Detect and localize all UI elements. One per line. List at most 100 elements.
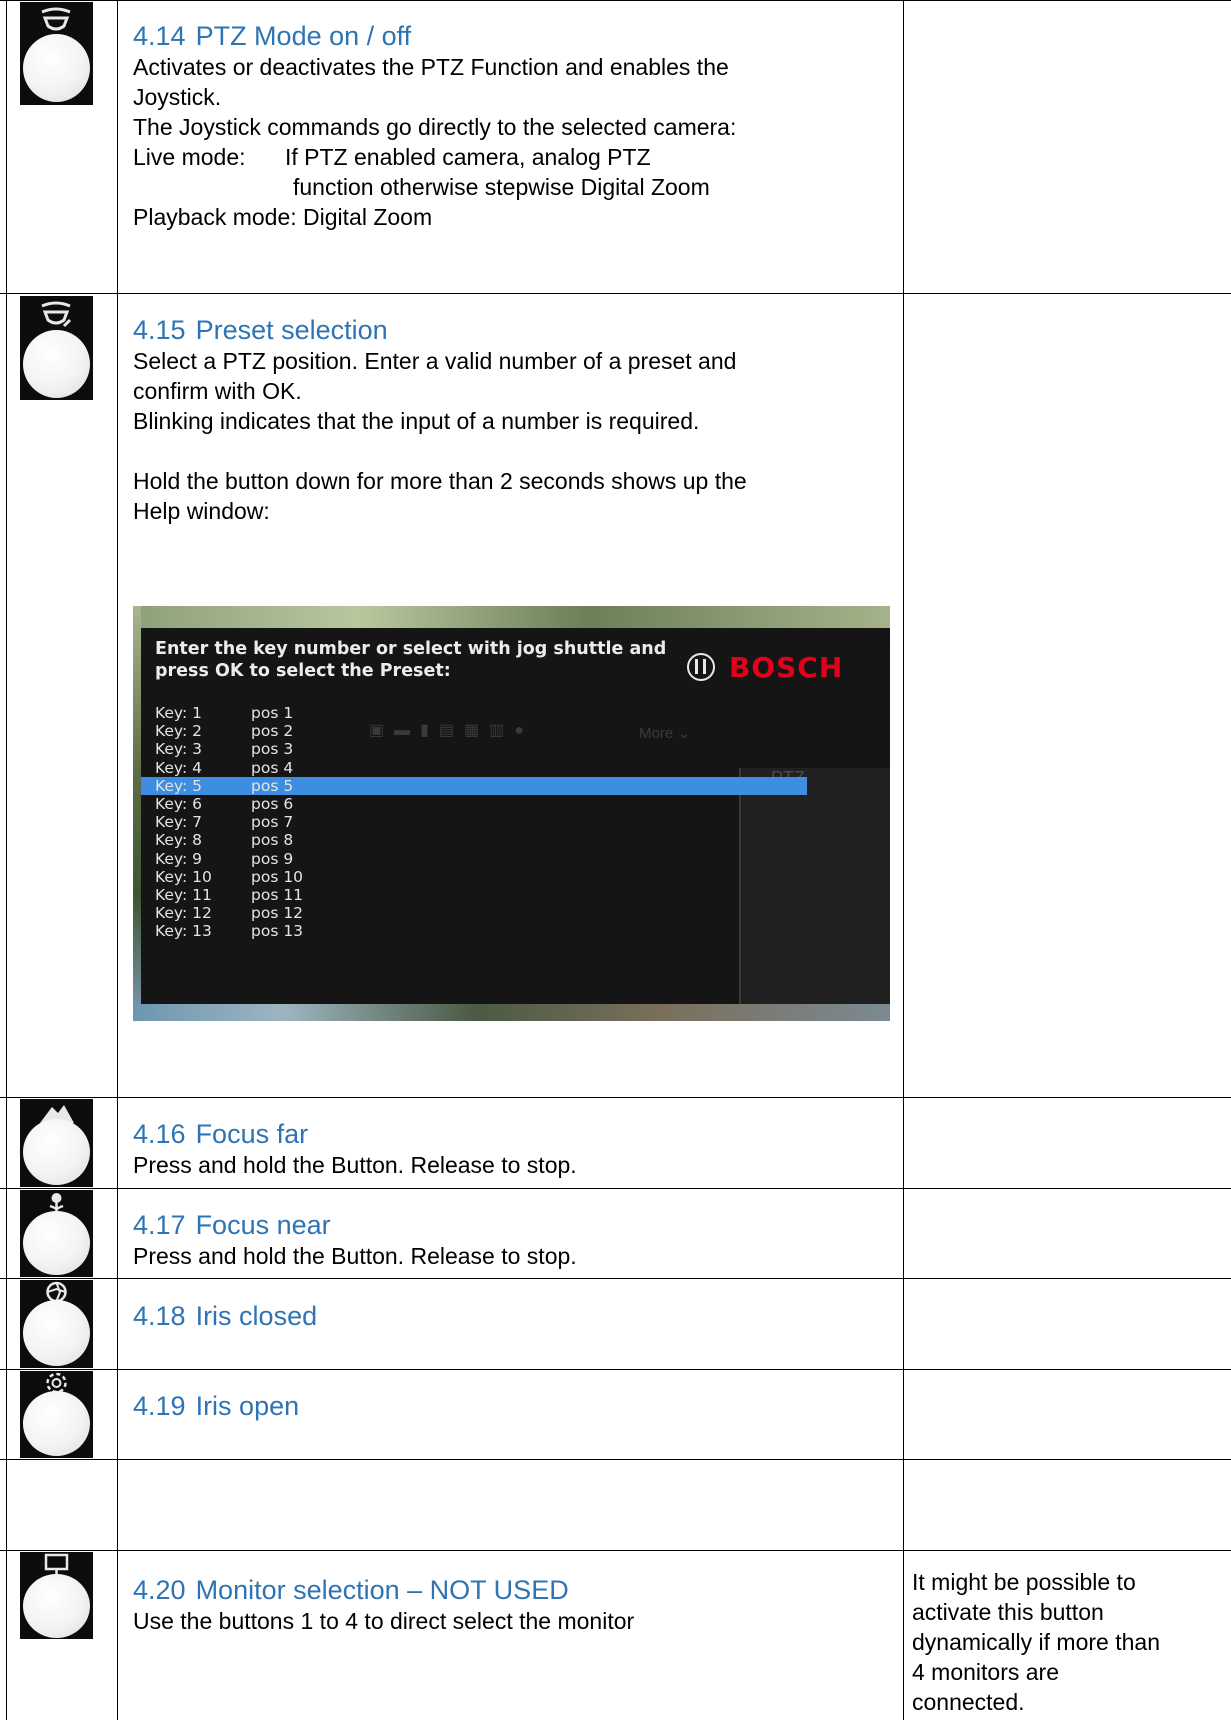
- section-heading: 4.16 Focus far: [133, 1118, 893, 1150]
- preset-key-label: Key: 12: [155, 904, 212, 923]
- section-number: 4.17: [133, 1210, 186, 1240]
- preset-key-label: Key: 1: [155, 704, 202, 722]
- section-title: Iris open: [195, 1391, 300, 1421]
- remark-line: 4 monitors are: [912, 1659, 1060, 1685]
- preset-position-label: pos 4: [251, 758, 294, 777]
- section-number: 4.16: [133, 1119, 186, 1149]
- help-title-line: press OK to select the Preset:: [155, 661, 451, 681]
- section-heading: 4.19 Iris open: [133, 1390, 893, 1422]
- preset-list-item[interactable]: Key: 11 pos 11: [141, 886, 890, 904]
- preset-position-label: pos 5: [251, 776, 294, 795]
- section-title: PTZ Mode on / off: [195, 21, 412, 51]
- remark-line: connected.: [912, 1689, 1025, 1715]
- help-title: Enter the key number or select with jog …: [155, 638, 666, 682]
- row-divider: [0, 1097, 1231, 1098]
- section-number: 4.18: [133, 1301, 186, 1331]
- preset-position-label: pos 9: [251, 849, 294, 868]
- preset-key-label: Key: 13: [155, 922, 212, 941]
- help-title-line: Enter the key number or select with jog …: [155, 639, 667, 659]
- preset-position-label: pos 7: [251, 813, 294, 832]
- playback-mode-line: Playback mode: Digital Zoom: [133, 204, 433, 230]
- row-divider: [0, 1278, 1231, 1279]
- preset-position-label: pos 8: [251, 831, 294, 850]
- body-line: Hold the button down for more than 2 sec…: [133, 468, 747, 494]
- preset-position-label: pos 3: [251, 740, 294, 759]
- preset-list-item[interactable]: Key: 8 pos 8: [141, 831, 890, 849]
- body-line-blank: [133, 436, 893, 466]
- section-title: Iris closed: [195, 1301, 318, 1331]
- preset-position-label: pos 10: [251, 867, 304, 886]
- bosch-wordmark: BOSCH: [729, 651, 844, 684]
- table-column-border: [117, 0, 118, 1720]
- preset-list-item[interactable]: Key: 5 pos 5: [141, 776, 807, 795]
- bosch-armature-icon: [687, 653, 715, 681]
- body-line: Help window:: [133, 498, 270, 524]
- section-number: 4.14: [133, 21, 186, 51]
- body-line: Blinking indicates that the input of a n…: [133, 408, 700, 434]
- row-divider: [0, 1459, 1231, 1460]
- preset-list-item[interactable]: Key: 4 pos 4: [141, 759, 890, 777]
- body-line: Use the buttons 1 to 4 to direct select …: [133, 1608, 635, 1634]
- table-column-border: [903, 0, 904, 1720]
- row-divider: [0, 1369, 1231, 1370]
- live-mode-text: If PTZ enabled camera, analog PTZ: [285, 144, 651, 170]
- iris-closed-icon: [20, 1280, 93, 1368]
- preset-position-label: pos 1: [251, 704, 294, 722]
- preset-key-label: Key: 11: [155, 885, 212, 904]
- section-number: 4.19: [133, 1391, 186, 1421]
- background-video-edge: [133, 606, 141, 1021]
- body-line: Press and hold the Button. Release to st…: [133, 1152, 577, 1178]
- preset-list-item[interactable]: Key: 13 pos 13: [141, 922, 890, 940]
- preset-list-item[interactable]: Key: 6 pos 6: [141, 795, 890, 813]
- preset-position-label: pos 2: [251, 722, 294, 741]
- preset-list-item[interactable]: Key: 12 pos 12: [141, 904, 890, 922]
- background-video-bottom: [133, 1004, 890, 1021]
- preset-list-item[interactable]: Key: 7 pos 7: [141, 813, 890, 831]
- section-4-14: 4.14 PTZ Mode on / off Activates or deact…: [133, 20, 893, 232]
- preset-key-label: Key: 3: [155, 740, 202, 759]
- preset-list-item[interactable]: Key: 10 pos 10: [141, 868, 890, 886]
- body-line: Press and hold the Button. Release to st…: [133, 1243, 577, 1269]
- section-title: Focus far: [195, 1119, 309, 1149]
- preset-key-label: Key: 7: [155, 813, 202, 832]
- bosch-logo: BOSCH: [687, 651, 890, 687]
- preset-key-label: Key: 8: [155, 831, 202, 850]
- section-heading: 4.14 PTZ Mode on / off: [133, 20, 893, 52]
- body-line: Select a PTZ position. Enter a valid num…: [133, 348, 737, 374]
- preset-key-label: Key: 6: [155, 794, 202, 813]
- live-mode-continuation: function otherwise stepwise Digital Zoom: [293, 174, 710, 200]
- table-border-top: [0, 0, 1231, 1]
- table-column-border: [6, 0, 7, 1720]
- preset-position-label: pos 6: [251, 794, 294, 813]
- remarks-cell: It might be possible to activate this bu…: [912, 1567, 1222, 1717]
- background-video: [133, 606, 890, 628]
- flower-icon: [20, 1190, 93, 1277]
- preset-list-item[interactable]: Key: 9 pos 9: [141, 850, 890, 868]
- preset-list-item[interactable]: Key: 3 pos 3: [141, 740, 890, 758]
- preset-list[interactable]: Key: 1 pos 1 Key: 2 pos 2 Key: 3 pos 3 Key: 4 p…: [141, 704, 890, 940]
- preset-key-label: Key: 5: [155, 776, 202, 795]
- monitor-icon: [20, 1552, 93, 1639]
- row-divider: [0, 1188, 1231, 1189]
- body-line: Activates or deactivates the PTZ Functio…: [133, 54, 729, 80]
- section-4-18: 4.18 Iris closed: [133, 1300, 893, 1332]
- section-4-15: 4.15 Preset selection Select a PTZ positi…: [133, 314, 893, 526]
- preset-position-label: pos 13: [251, 922, 304, 941]
- iris-open-icon: [20, 1371, 93, 1458]
- preset-position-label: pos 11: [251, 885, 304, 904]
- preset-key-label: Key: 4: [155, 758, 202, 777]
- section-heading: 4.20 Monitor selection – NOT USED: [133, 1574, 893, 1606]
- section-title: Monitor selection – NOT USED: [195, 1575, 569, 1605]
- body-line: The Joystick commands go directly to the…: [133, 114, 737, 140]
- section-title: Preset selection: [195, 315, 388, 345]
- preset-list-item[interactable]: Key: 1 pos 1: [141, 704, 890, 722]
- section-4-17: 4.17 Focus near Press and hold the Button…: [133, 1209, 893, 1271]
- section-number: 4.15: [133, 315, 186, 345]
- section-4-16: 4.16 Focus far Press and hold the Button.…: [133, 1118, 893, 1180]
- help-window: ▣▬▮▤▦▥● More ⌄ PTZ Enter the key number …: [133, 606, 890, 1021]
- preset-list-item[interactable]: Key: 2 pos 2: [141, 722, 890, 740]
- section-4-19: 4.19 Iris open: [133, 1390, 893, 1422]
- preset-key-label: Key: 10: [155, 867, 212, 886]
- remark-line: It might be possible to: [912, 1569, 1136, 1595]
- section-title: Focus near: [195, 1210, 331, 1240]
